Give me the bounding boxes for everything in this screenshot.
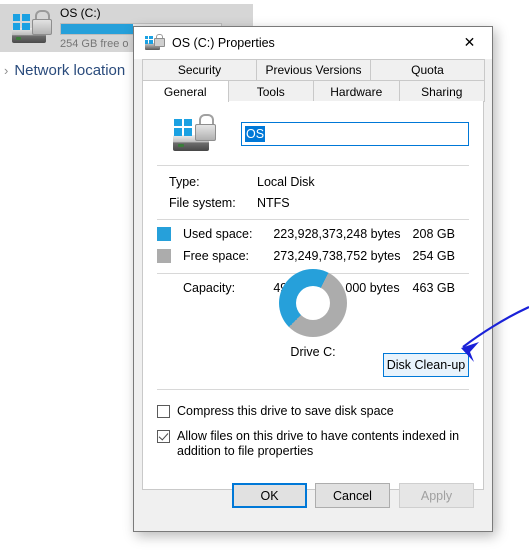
tab-strip: Security Previous Versions Quota General… <box>134 59 492 102</box>
tab-previous-versions[interactable]: Previous Versions <box>256 59 371 80</box>
free-space-gb: 254 GB <box>412 249 455 263</box>
disk-usage-donut <box>279 269 347 337</box>
compress-drive-checkbox-row[interactable]: Compress this drive to save disk space <box>157 404 469 419</box>
dialog-title: OS (C:) Properties <box>172 36 275 50</box>
tab-tools[interactable]: Tools <box>227 80 314 102</box>
tab-row-bottom: General Tools Hardware Sharing <box>142 80 485 102</box>
tab-general[interactable]: General <box>142 80 229 102</box>
info-value-filesystem: NTFS <box>257 196 290 210</box>
index-contents-label: Allow files on this drive to have conten… <box>177 429 460 458</box>
general-tab-panel: OS Type: Local Disk File system: NTFS Us… <box>142 101 484 490</box>
windows-logo-icon <box>174 119 192 136</box>
screen: OS (C:) 254 GB free o › Network location… <box>0 0 529 556</box>
windows-logo-icon <box>13 14 30 30</box>
used-space-legend-swatch <box>157 227 171 241</box>
space-row-used: Used space: 223,928,373,248 bytes 208 GB <box>157 227 469 241</box>
index-contents-checkbox[interactable] <box>157 430 170 443</box>
dialog-titlebar[interactable]: OS (C:) Properties ✕ <box>134 27 492 59</box>
free-space-bytes: 273,249,738,752 bytes <box>273 249 401 263</box>
titlebar-drive-icon <box>144 34 165 52</box>
volume-name-row: OS <box>157 113 469 155</box>
info-key-filesystem: File system: <box>169 196 236 210</box>
dialog-button-bar: OK Cancel Apply <box>142 469 484 531</box>
index-contents-checkbox-row[interactable]: Allow files on this drive to have conten… <box>157 429 465 459</box>
ok-button[interactable]: OK <box>232 483 307 508</box>
used-space-gb: 208 GB <box>412 227 455 241</box>
volume-label-input[interactable]: OS <box>241 122 469 146</box>
properties-dialog: OS (C:) Properties ✕ Security Previous V… <box>133 26 493 532</box>
padlock-icon <box>195 114 216 141</box>
info-value-type: Local Disk <box>257 175 315 189</box>
tab-sharing[interactable]: Sharing <box>398 80 485 102</box>
disk-cleanup-button[interactable]: Disk Clean-up <box>383 353 469 377</box>
used-space-bytes: 223,928,373,248 bytes <box>273 227 401 241</box>
apply-button: Apply <box>399 483 474 508</box>
bitlocker-drive-icon-large <box>169 113 219 155</box>
tab-row-top: Security Previous Versions Quota <box>142 59 485 80</box>
free-space-legend-swatch <box>157 249 171 263</box>
info-row-filesystem: File system: NTFS <box>169 196 290 210</box>
disk-usage-chart: Drive C: <box>143 269 483 359</box>
space-row-free: Free space: 273,249,738,752 bytes 254 GB <box>157 249 469 263</box>
bitlocker-drive-icon <box>8 8 54 48</box>
compress-drive-label: Compress this drive to save disk space <box>177 404 394 418</box>
drive-tile-name: OS (C:) <box>60 5 101 20</box>
group-header-label: Network location <box>14 62 126 79</box>
close-icon[interactable]: ✕ <box>447 27 492 58</box>
compress-drive-checkbox[interactable] <box>157 405 170 418</box>
info-row-type: Type: Local Disk <box>169 175 315 189</box>
info-key-type: Type: <box>169 175 200 189</box>
tab-quota[interactable]: Quota <box>370 59 485 80</box>
cancel-button[interactable]: Cancel <box>315 483 390 508</box>
chevron-right-icon[interactable]: › <box>4 64 8 77</box>
padlock-icon <box>32 10 52 35</box>
used-space-label: Used space: <box>183 227 253 241</box>
tab-security[interactable]: Security <box>142 59 257 80</box>
volume-label-value: OS <box>245 126 266 142</box>
group-header-network-location[interactable]: › Network location <box>4 62 125 79</box>
tab-hardware[interactable]: Hardware <box>313 80 400 102</box>
free-space-label: Free space: <box>183 249 250 263</box>
